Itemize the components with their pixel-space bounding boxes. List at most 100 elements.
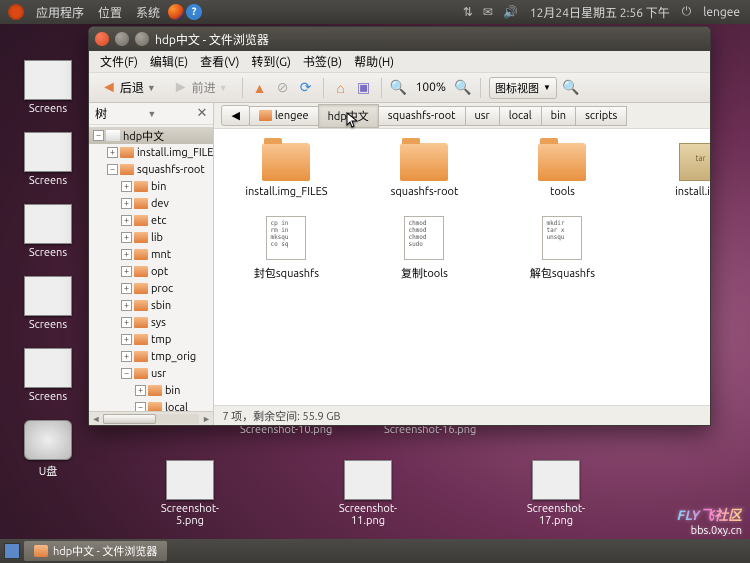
expander-icon[interactable]: − [93, 130, 104, 141]
menu-item[interactable]: 书签(B) [298, 51, 347, 72]
desktop-icon[interactable]: Screenshot-5.png [151, 460, 229, 527]
tree-node[interactable]: +install.img_FILE [89, 144, 213, 161]
path-segment[interactable]: bin [541, 106, 576, 126]
expander-icon[interactable]: + [121, 232, 132, 243]
desktop-icon[interactable]: Screens [9, 348, 87, 403]
menu-item[interactable]: 编辑(E) [145, 51, 193, 72]
up-icon[interactable]: ▲ [251, 79, 269, 97]
tree-node[interactable]: −usr [89, 365, 213, 382]
close-icon[interactable] [95, 32, 109, 46]
expander-icon[interactable]: + [121, 300, 132, 311]
expander-icon[interactable]: + [121, 283, 132, 294]
desktop-icon[interactable]: Screenshot-17.png [517, 460, 595, 527]
file-item[interactable]: cp in rm in mksqu co sq封包squashfs [238, 216, 334, 281]
tree-node[interactable]: +sys [89, 314, 213, 331]
tree-node[interactable]: +tmp_orig [89, 348, 213, 365]
file-item[interactable]: install.img_FILES [238, 143, 334, 198]
back-button[interactable]: ◄后退▼ [95, 75, 162, 100]
file-item[interactable]: squashfs-root [376, 143, 472, 198]
expander-icon[interactable]: + [121, 334, 132, 345]
zoom-in-icon[interactable]: 🔍 [454, 79, 472, 97]
tree-node[interactable]: +tmp [89, 331, 213, 348]
reload-icon[interactable]: ⟳ [297, 79, 315, 97]
home-icon[interactable]: ⌂ [332, 79, 350, 97]
tree-node[interactable]: +lib [89, 229, 213, 246]
computer-icon[interactable]: ▣ [355, 79, 373, 97]
firefox-icon[interactable] [168, 4, 184, 20]
menu-item[interactable]: 查看(V) [195, 51, 244, 72]
zoom-out-icon[interactable]: 🔍 [390, 79, 408, 97]
expander-icon[interactable]: + [121, 351, 132, 362]
path-segment[interactable]: usr [465, 106, 500, 126]
clock[interactable]: 12月24日星期五 2:56 下午 [524, 4, 676, 21]
menu-applications[interactable]: 应用程序 [30, 4, 90, 21]
path-segment[interactable]: squashfs-root [378, 106, 466, 126]
sidebar-close-icon[interactable]: ✕ [197, 106, 208, 121]
ubuntu-logo-icon[interactable] [8, 4, 24, 20]
tree-node[interactable]: +proc [89, 280, 213, 297]
expander-icon[interactable]: + [121, 181, 132, 192]
desktop-icon[interactable]: Screens [9, 132, 87, 187]
view-mode-select[interactable]: 图标视图▼ [489, 77, 557, 99]
expander-icon[interactable]: + [107, 147, 118, 158]
tree-node[interactable]: +etc [89, 212, 213, 229]
icon-view[interactable]: install.img_FILES squashfs-root tools insta… [214, 129, 711, 405]
folder-icon [134, 215, 148, 226]
window-titlebar[interactable]: hdp中文 - 文件浏览器 [89, 27, 710, 51]
user-menu[interactable]: lengee [697, 6, 746, 19]
expander-icon[interactable]: + [121, 198, 132, 209]
expander-icon[interactable]: + [121, 317, 132, 328]
path-back-button[interactable]: ◀ [221, 105, 249, 126]
maximize-icon[interactable] [135, 32, 149, 46]
tree-node[interactable]: +opt [89, 263, 213, 280]
tree-view[interactable]: −hdp中文+install.img_FILE−squashfs-root+bi… [89, 125, 213, 411]
tree-node[interactable]: +sbin [89, 297, 213, 314]
expander-icon[interactable]: − [107, 164, 118, 175]
menu-item[interactable]: 转到(G) [246, 51, 296, 72]
tree-node[interactable]: −local [89, 399, 213, 411]
sidebar-hscroll[interactable]: ◄► [89, 411, 213, 425]
forward-button[interactable]: ►前进▼ [167, 75, 234, 100]
menu-item[interactable]: 帮助(H) [349, 51, 399, 72]
help-icon[interactable]: ? [186, 4, 202, 20]
tree-node[interactable]: −squashfs-root [89, 161, 213, 178]
sound-icon[interactable]: 🔊 [499, 5, 522, 19]
path-segment[interactable]: scripts [575, 106, 627, 126]
minimize-icon[interactable] [115, 32, 129, 46]
desktop-icon[interactable]: Screens [9, 204, 87, 259]
menu-system[interactable]: 系统 [130, 4, 166, 21]
desktop-icon[interactable]: Screens [9, 276, 87, 331]
path-segment[interactable]: hdp中文 [318, 104, 379, 128]
file-item[interactable]: mkdir tar x unsqu解包squashfs [514, 216, 610, 281]
path-segment[interactable]: local [499, 106, 542, 126]
tree-node[interactable]: +bin [89, 178, 213, 195]
stop-icon[interactable]: ⊘ [274, 79, 292, 97]
show-desktop-icon[interactable] [4, 543, 20, 559]
expander-icon[interactable]: + [121, 249, 132, 260]
path-segment[interactable]: lengee [249, 106, 319, 126]
chat-icon[interactable]: ✉ [479, 5, 497, 19]
taskbar-item[interactable]: hdp中文 - 文件浏览器 [24, 541, 167, 561]
network-icon[interactable]: ⇅ [459, 5, 477, 19]
tree-node[interactable]: +dev [89, 195, 213, 212]
search-icon[interactable]: 🔍 [562, 79, 580, 97]
expander-icon[interactable]: − [121, 368, 132, 379]
tree-node[interactable]: −hdp中文 [89, 127, 213, 144]
menu-places[interactable]: 位置 [92, 4, 128, 21]
expander-icon[interactable]: + [135, 385, 146, 396]
expander-icon[interactable]: + [121, 266, 132, 277]
file-item[interactable]: install.img [652, 143, 711, 198]
desktop-icon[interactable]: Screens [9, 60, 87, 115]
file-item[interactable]: chmod chmod chmod sudo复制tools [376, 216, 472, 281]
expander-icon[interactable]: + [121, 215, 132, 226]
desktop-icon[interactable]: Screenshot-11.png [329, 460, 407, 527]
tree-node[interactable]: +mnt [89, 246, 213, 263]
power-icon[interactable]: ⏻ [678, 5, 696, 19]
desktop-icon[interactable]: U盘 [9, 420, 87, 479]
expander-icon[interactable]: − [135, 402, 146, 411]
menu-item[interactable]: 文件(F) [95, 51, 143, 72]
file-item[interactable]: tools [514, 143, 610, 198]
script-icon: cp in rm in mksqu co sq [266, 216, 306, 260]
folder-icon [120, 164, 134, 175]
tree-node[interactable]: +bin [89, 382, 213, 399]
